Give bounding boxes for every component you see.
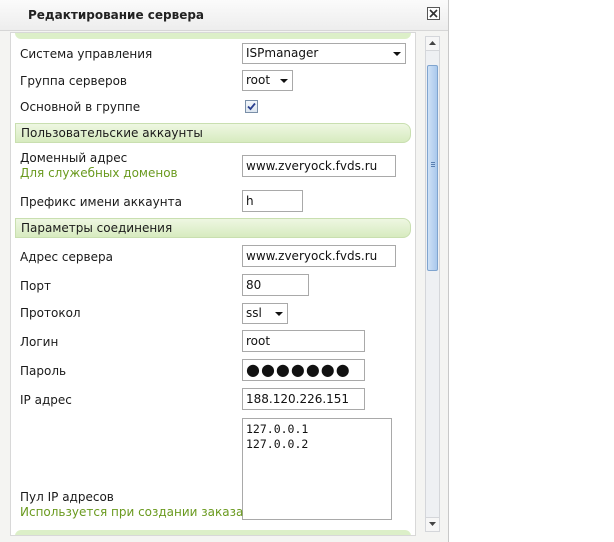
main-in-group-checkbox[interactable] <box>245 100 258 113</box>
section-divider <box>15 33 411 39</box>
dialog-titlebar[interactable]: Редактирование сервера <box>0 0 448 31</box>
server-group-value: root <box>246 73 271 87</box>
section-connection-params: Параметры соединения <box>15 218 411 238</box>
close-icon[interactable] <box>427 7 440 20</box>
ip-pool-hint: Используется при создании заказа <box>20 505 244 519</box>
domain-address-label: Доменный адрес <box>20 151 128 165</box>
ip-pool-line: 127.0.0.1 <box>246 422 309 436</box>
chevron-down-icon <box>280 79 288 83</box>
port-label: Порт <box>20 279 51 293</box>
dialog-title: Редактирование сервера <box>28 8 205 22</box>
chevron-down-icon <box>429 522 436 526</box>
scroll-down-button[interactable] <box>426 517 439 531</box>
account-prefix-label: Префикс имени аккаунта <box>20 195 182 209</box>
ip-pool-label: Пул IP адресов <box>20 490 114 504</box>
section-user-accounts: Пользовательские аккаунты <box>15 123 411 143</box>
main-in-group-label: Основной в группе <box>20 100 141 114</box>
control-system-value: ISPmanager <box>246 46 319 60</box>
ip-pool-textarea[interactable]: 127.0.0.1 127.0.0.2 <box>242 418 392 520</box>
vertical-scrollbar[interactable] <box>425 36 440 532</box>
password-input[interactable]: ●●●●●●● <box>242 359 365 381</box>
protocol-select[interactable]: ssl <box>242 303 288 324</box>
ip-address-label: IP адрес <box>20 393 72 407</box>
edit-server-dialog: Редактирование сервера Система управлени… <box>0 0 449 542</box>
ip-address-input[interactable]: 188.120.226.151 <box>242 388 365 410</box>
chevron-down-icon <box>275 312 283 316</box>
server-address-label: Адрес сервера <box>20 250 113 264</box>
domain-address-hint: Для служебных доменов <box>20 166 178 180</box>
grip-icon <box>431 162 435 163</box>
account-prefix-input[interactable]: h <box>242 190 303 212</box>
server-address-input[interactable]: www.zveryock.fvds.ru <box>242 245 396 267</box>
control-system-label: Система управления <box>20 47 153 61</box>
server-group-label: Группа серверов <box>20 74 127 88</box>
login-label: Логин <box>20 335 59 349</box>
section-divider <box>15 530 411 535</box>
chevron-down-icon <box>393 52 401 56</box>
password-label: Пароль <box>20 364 67 378</box>
login-input[interactable]: root <box>242 330 365 352</box>
protocol-value: ssl <box>246 306 262 320</box>
server-group-select[interactable]: root <box>242 70 293 91</box>
scroll-up-button[interactable] <box>426 37 439 51</box>
chevron-up-icon <box>429 41 436 45</box>
port-input[interactable]: 80 <box>242 274 309 296</box>
form-panel: Система управления ISPmanager Группа сер… <box>10 32 416 536</box>
protocol-label: Протокол <box>20 306 81 320</box>
domain-address-input[interactable]: www.zveryock.fvds.ru <box>242 155 396 177</box>
control-system-select[interactable]: ISPmanager <box>242 43 406 64</box>
scroll-thumb[interactable] <box>427 65 438 271</box>
ip-pool-line: 127.0.0.2 <box>246 437 309 451</box>
